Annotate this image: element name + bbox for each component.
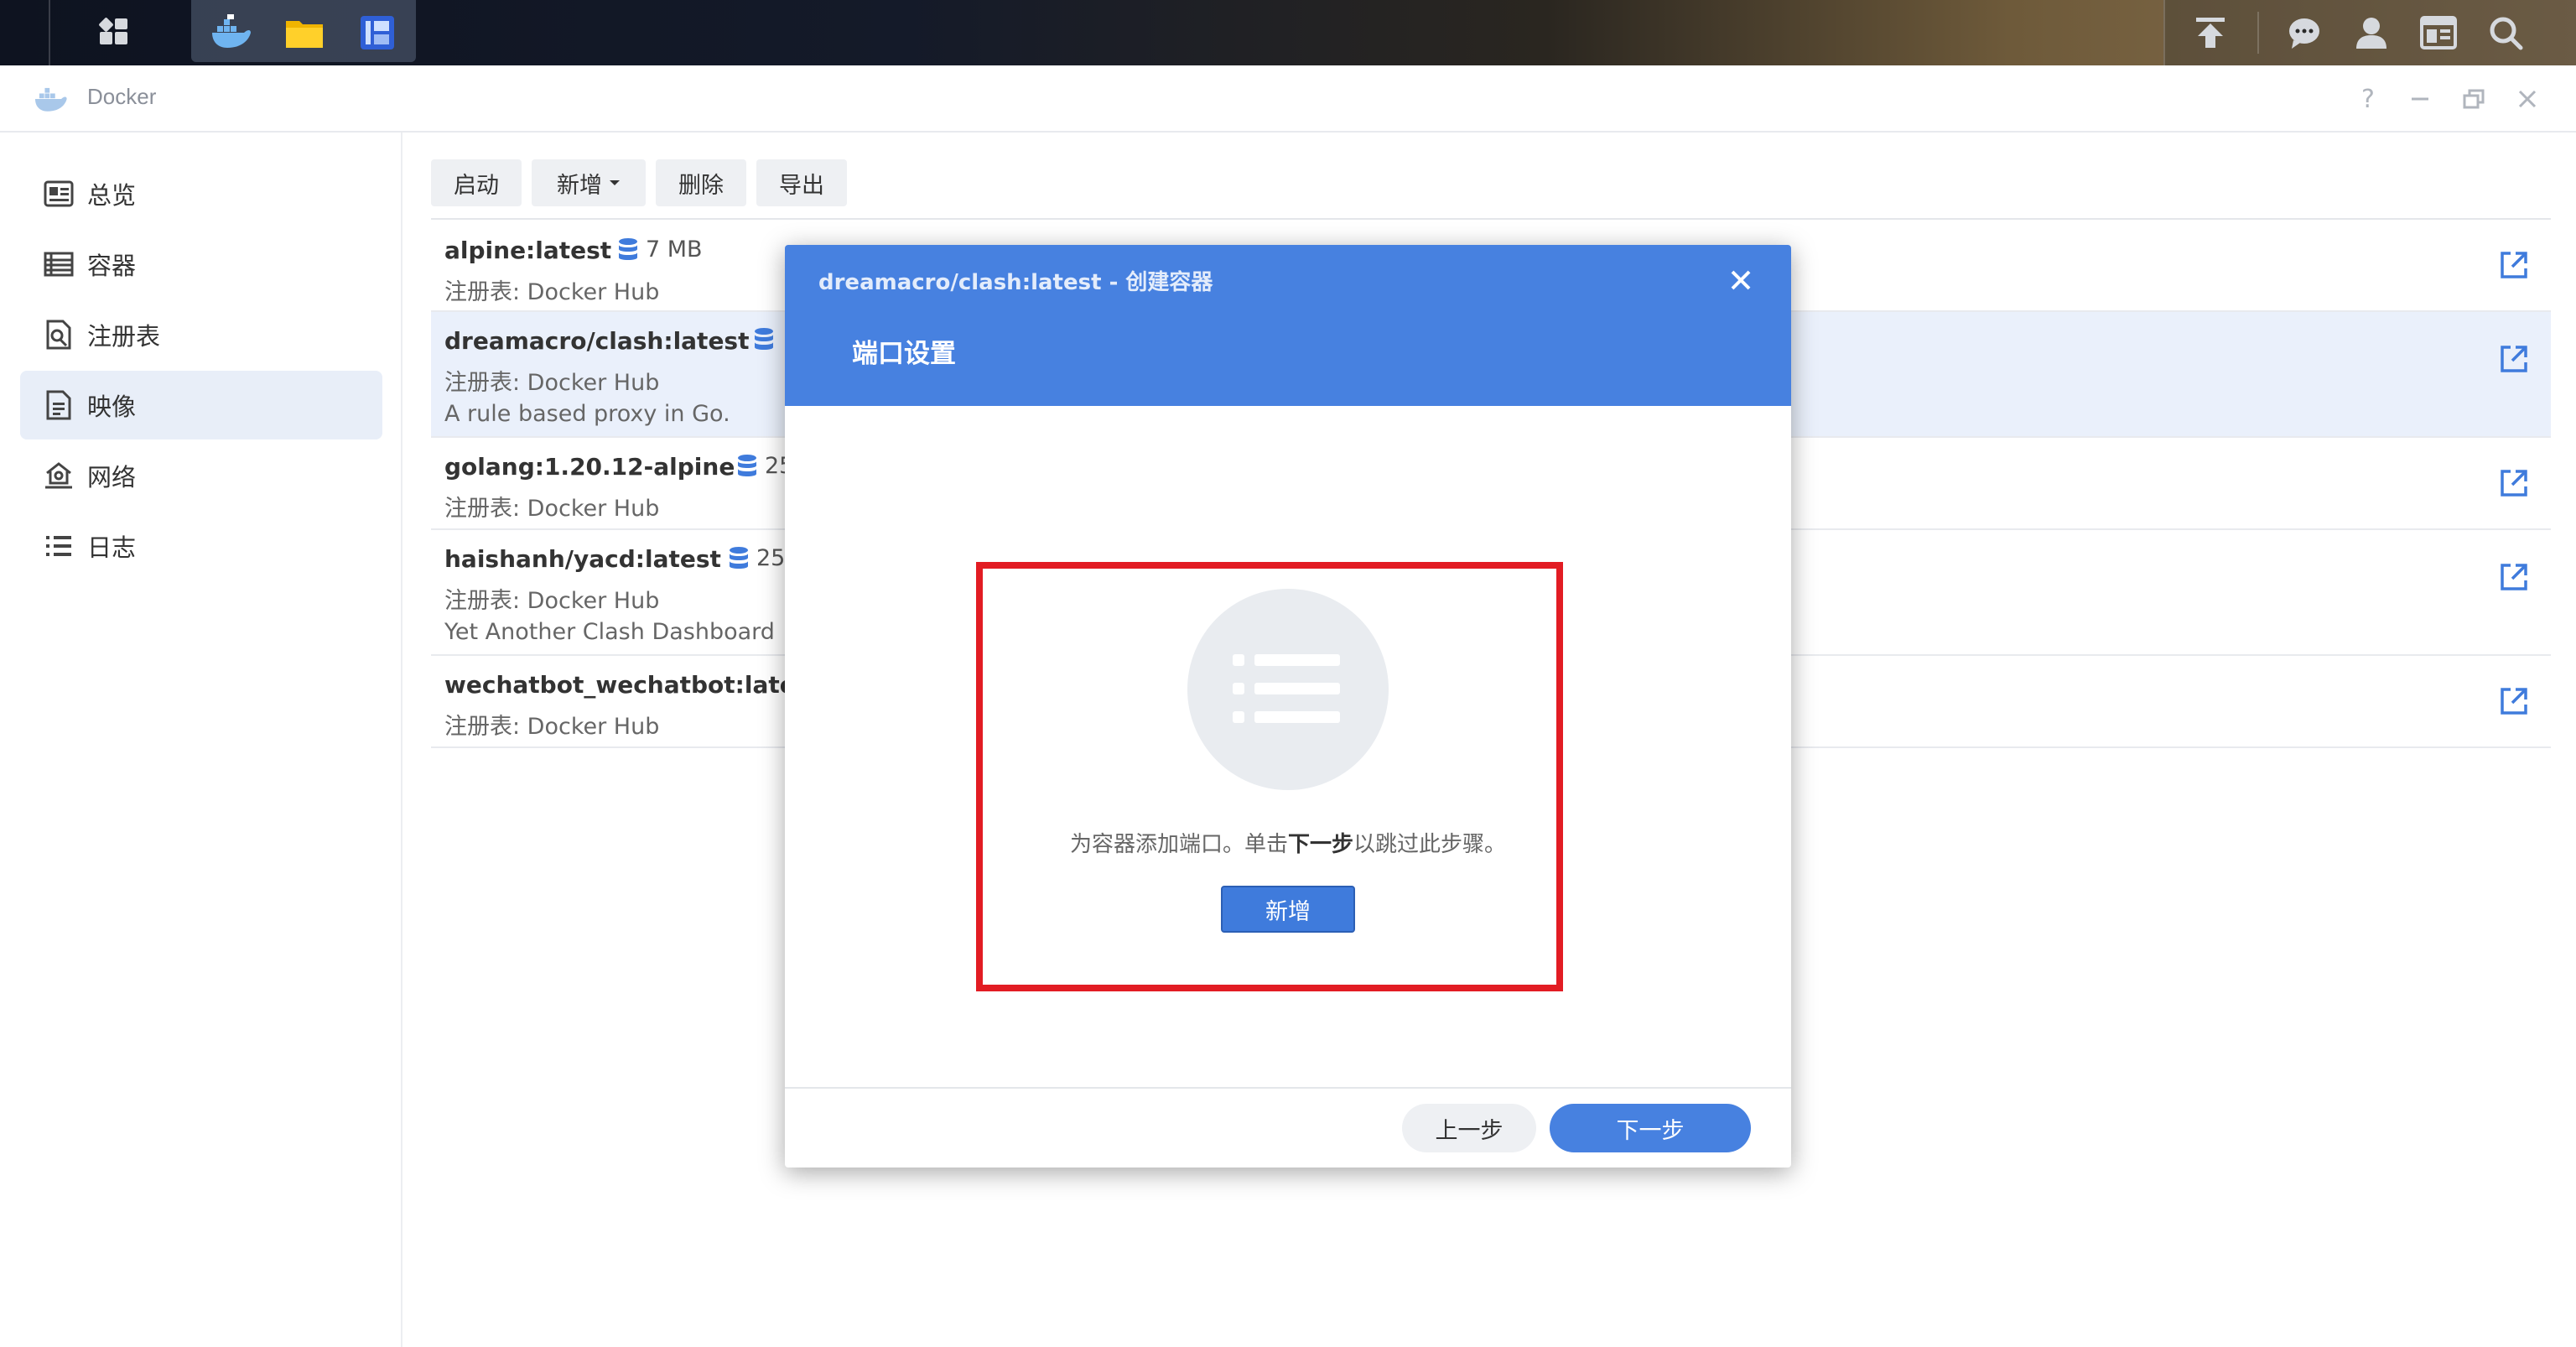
log-icon [42,529,75,563]
taskbar-separator [2163,0,2165,65]
sidebar-item-label: 日志 [87,533,137,562]
image-size-text: 25 [756,545,786,571]
add-dropdown-button[interactable]: 新增 [532,159,646,206]
container-icon [42,247,75,281]
network-icon [42,459,75,492]
image-name: golang:1.20.12-alpine [444,453,735,481]
create-container-dialog: dreamacro/clash:latest - 创建容器 端口设置 为容器添加… [785,245,1791,1168]
dialog-header: dreamacro/clash:latest - 创建容器 端口设置 [785,245,1791,406]
image-registry: 注册表: Docker Hub [444,370,660,396]
sidebar-item-label: 容器 [87,252,137,280]
image-registry: 注册表: Docker Hub [444,279,660,305]
next-step-button[interactable]: 下一步 [1550,1104,1751,1152]
sidebar-item-label: 注册表 [87,322,161,351]
external-link-icon[interactable] [2499,468,2529,498]
grid-icon [99,18,127,44]
sidebar-item-label: 映像 [87,393,137,421]
app-title: Docker [87,84,157,109]
widget-button[interactable] [2412,0,2465,65]
image-size-text: 7 MB [646,237,703,263]
sidebar-item-label: 网络 [87,463,137,491]
database-icon [730,546,748,569]
image-size: 25 [728,545,785,571]
close-dialog-icon[interactable] [1724,263,1758,297]
start-button[interactable]: 启动 [431,159,522,206]
overview-icon [42,177,75,211]
upload-button[interactable] [2184,0,2237,65]
taskbar-docker-button[interactable] [201,0,260,65]
add-port-button[interactable]: 新增 [1221,886,1355,933]
image-size [753,327,782,352]
dialog-title: 端口设置 [852,339,956,369]
image-size: 7 MB [617,237,703,263]
restore-button[interactable] [2457,82,2490,116]
database-icon [738,454,756,476]
sidebar-item-network[interactable]: 网络 [20,441,382,510]
dialog-subtitle: dreamacro/clash:latest - 创建容器 [818,270,1213,295]
image-name: haishanh/yacd:latest [444,545,721,573]
sidebar-item-container[interactable]: 容器 [20,230,382,299]
external-link-icon[interactable] [2499,250,2529,280]
os-taskbar [0,0,2576,65]
main-menu-button[interactable] [87,0,141,65]
user-icon [2356,18,2386,49]
docker-app-icon [212,14,251,48]
upload-icon [2196,18,2225,48]
chat-icon [2289,18,2319,49]
delete-button[interactable]: 删除 [656,159,746,206]
user-button[interactable] [2345,0,2398,65]
sidebar-item-image[interactable]: 映像 [20,371,382,439]
search-button[interactable] [2479,0,2532,65]
database-icon [755,328,773,350]
message-text: 以跳过此步骤。 [1353,832,1507,857]
image-registry: 注册表: Docker Hub [444,496,660,522]
image-name: alpine:latest [444,237,612,264]
help-button[interactable]: ? [2351,82,2385,116]
window-titlebar [0,65,2576,133]
minimize-button[interactable] [2403,82,2437,116]
database-icon [619,237,637,260]
image-registry: 注册表: Docker Hub [444,588,660,614]
dialog-footer-divider [785,1087,1791,1089]
image-registry: 注册表: Docker Hub [444,714,660,740]
empty-state-illustration [1187,589,1389,790]
minimize-icon [2412,97,2428,101]
chat-button[interactable] [2277,0,2331,65]
sidebar-item-label: 总览 [87,181,137,210]
help-icon: ? [2361,84,2375,114]
registry-icon [42,318,75,351]
previous-step-button[interactable]: 上一步 [1402,1104,1536,1152]
close-window-button[interactable] [2511,82,2544,116]
close-icon [2518,90,2537,108]
taskbar-package-button[interactable] [352,0,402,65]
docker-logo-icon [35,87,67,112]
message-bold-text: 下一步 [1287,832,1353,857]
sidebar-item-registry[interactable]: 注册表 [20,300,382,369]
widget-icon [2420,16,2457,49]
export-button[interactable]: 导出 [756,159,847,206]
restore-icon [2463,89,2485,109]
image-description: Yet Another Clash Dashboard [444,619,775,645]
taskbar-separator [49,0,50,65]
search-icon [2490,17,2523,50]
file-station-icon [286,21,323,48]
external-link-icon[interactable] [2499,344,2529,374]
external-link-icon[interactable] [2499,686,2529,716]
list-icon [1233,654,1340,723]
image-icon [42,388,75,422]
taskbar-filestation-button[interactable] [275,0,334,65]
image-name: dreamacro/clash:latest [444,327,750,355]
message-text: 为容器添加端口。单击 [1069,832,1288,857]
add-dropdown-label: 新增 [557,172,602,199]
image-name: wechatbot_wechatbot:lates [444,671,810,699]
empty-state-message: 为容器添加端口。单击下一步以跳过此步骤。 [785,827,1791,858]
caret-down-icon [610,180,620,185]
sidebar-item-log[interactable]: 日志 [20,512,382,580]
taskbar-separator [2257,12,2259,54]
sidebar: 总览 容器 注册表 映像 网络 日志 [0,133,402,1347]
external-link-icon[interactable] [2499,562,2529,592]
image-description: A rule based proxy in Go. [444,401,730,427]
sidebar-item-overview[interactable]: 总览 [20,159,382,228]
package-icon [361,16,394,49]
